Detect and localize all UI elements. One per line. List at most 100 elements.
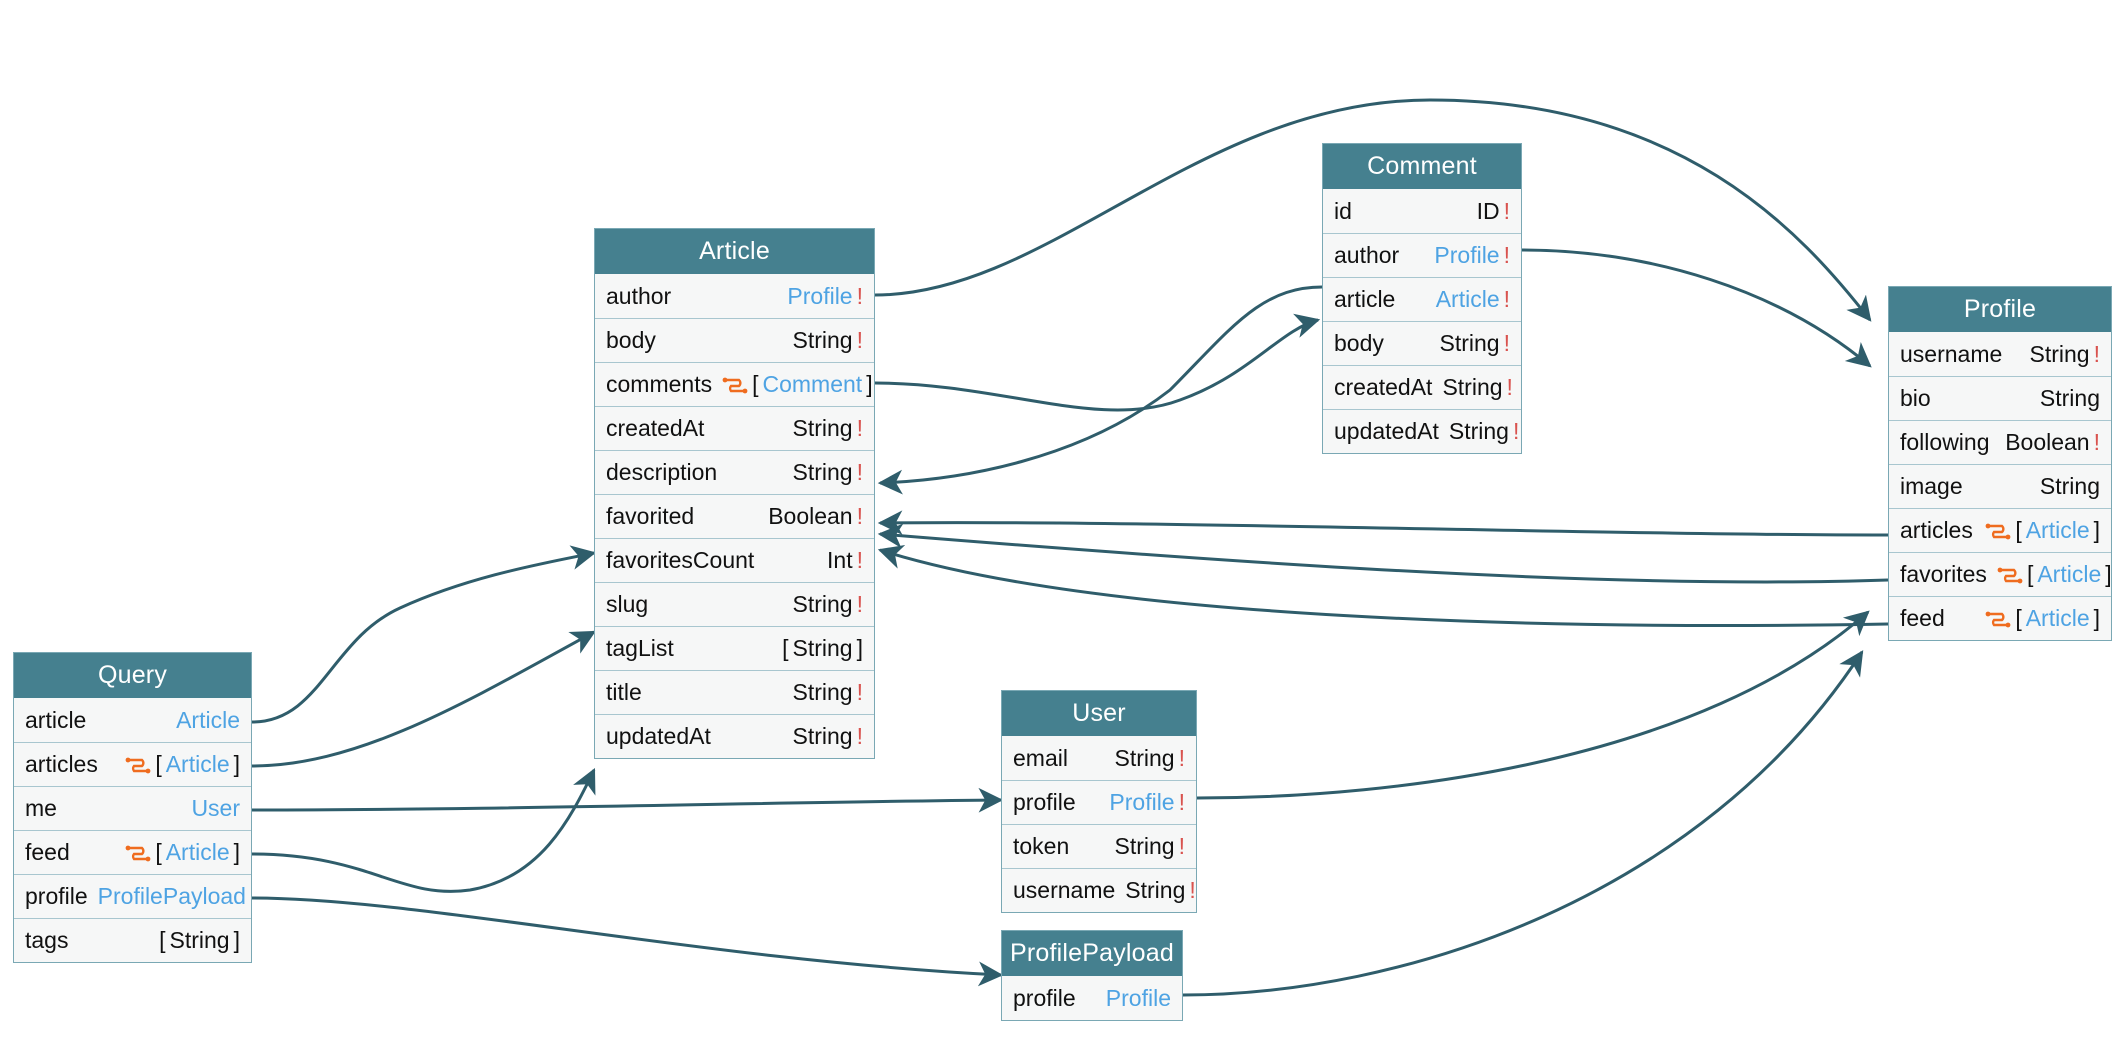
list-icon: [722, 377, 748, 393]
field-type-favorited: Boolean!: [768, 503, 863, 530]
field-row-article-description[interactable]: description String!: [595, 450, 874, 494]
field-name-token: token: [1013, 833, 1070, 859]
field-type-createdAt: String!: [1442, 374, 1512, 401]
non-null-marker: !: [1178, 744, 1185, 771]
field-row-article-author[interactable]: author Profile!: [595, 274, 874, 318]
field-row-article-favoritesCount[interactable]: favoritesCount Int!: [595, 538, 874, 582]
field-row-query-profile[interactable]: profile ProfilePayload: [14, 874, 251, 918]
non-null-marker: !: [1506, 374, 1513, 400]
field-row-user-token[interactable]: token String!: [1002, 824, 1196, 868]
field-type-favorites: [Article]: [1997, 561, 2112, 588]
field-row-profile-username[interactable]: username String!: [1889, 332, 2111, 376]
schema-node-user[interactable]: User email String! profile Profile! toke…: [1001, 690, 1197, 913]
type-name: Profile: [1109, 789, 1175, 815]
edge-User-profile-to-Profile: [1196, 610, 1870, 800]
field-name-me: me: [25, 795, 57, 821]
field-row-user-profile[interactable]: profile Profile!: [1002, 780, 1196, 824]
schema-node-query[interactable]: Query article Article articles [Article]…: [13, 652, 252, 963]
node-title-user: User: [1002, 691, 1196, 736]
field-type-tagList: [String]: [782, 635, 863, 662]
field-row-profile-bio[interactable]: bio String: [1889, 376, 2111, 420]
schema-node-profilepayload[interactable]: ProfilePayload profile Profile: [1001, 930, 1183, 1021]
field-type-author: Profile!: [1434, 242, 1510, 269]
field-row-article-body[interactable]: body String!: [595, 318, 874, 362]
field-row-article-favorited[interactable]: favorited Boolean!: [595, 494, 874, 538]
non-null-marker: !: [856, 503, 863, 529]
edge-Query-articles-to-Article: [251, 630, 596, 768]
field-row-query-feed[interactable]: feed [Article]: [14, 830, 251, 874]
schema-node-profile[interactable]: Profile username String! bio String foll…: [1888, 286, 2112, 641]
non-null-marker: !: [856, 591, 863, 617]
field-row-query-articles[interactable]: articles [Article]: [14, 742, 251, 786]
bracket-open: [: [155, 751, 162, 777]
field-row-profile-articles[interactable]: articles [Article]: [1889, 508, 2111, 552]
non-null-marker: !: [856, 723, 863, 749]
type-name: String: [2039, 385, 2100, 411]
field-type-username: String!: [2030, 341, 2100, 368]
field-row-comment-body[interactable]: body String!: [1323, 321, 1521, 365]
field-row-query-me[interactable]: me User: [14, 786, 251, 830]
type-name: Article: [2037, 561, 2102, 587]
field-row-comment-createdAt[interactable]: createdAt String!: [1323, 365, 1521, 409]
field-name-profile: profile: [1013, 789, 1076, 815]
field-type-following: Boolean!: [2005, 429, 2100, 456]
edge-Article-comments-to-Comment: [874, 313, 1321, 412]
field-row-article-title[interactable]: title String!: [595, 670, 874, 714]
field-row-article-createdAt[interactable]: createdAt String!: [595, 406, 874, 450]
field-row-profile-favorites[interactable]: favorites [Article]: [1889, 552, 2112, 596]
field-row-user-email[interactable]: email String!: [1002, 736, 1196, 780]
bracket-open: [: [159, 927, 166, 953]
field-row-comment-article[interactable]: article Article!: [1323, 277, 1521, 321]
bracket-open: [: [155, 839, 162, 865]
field-type-id: ID!: [1477, 198, 1510, 225]
non-null-marker: !: [1503, 197, 1510, 224]
field-name-description: description: [606, 459, 718, 485]
field-name-body: body: [606, 327, 656, 353]
field-type-feed: [Article]: [1985, 605, 2100, 632]
field-name-slug: slug: [606, 591, 649, 617]
field-name-profile: profile: [25, 883, 88, 909]
type-name: Boolean: [2005, 429, 2090, 455]
field-row-query-article[interactable]: article Article: [14, 698, 251, 742]
non-null-marker: !: [1512, 418, 1520, 444]
field-row-profile-image[interactable]: image String: [1889, 464, 2111, 508]
field-type-image: String: [2040, 473, 2100, 500]
field-type-description: String!: [793, 459, 863, 486]
field-name-feed: feed: [1900, 605, 1945, 631]
type-name: String: [792, 679, 853, 705]
field-row-profile-following[interactable]: following Boolean!: [1889, 420, 2111, 464]
field-row-profile-feed[interactable]: feed [Article]: [1889, 596, 2111, 640]
non-null-marker: !: [1503, 286, 1510, 312]
bracket-close: ]: [233, 839, 240, 865]
node-title-profile: Profile: [1889, 287, 2111, 332]
type-name: Article: [1435, 286, 1500, 312]
field-type-profile: Profile: [1106, 985, 1171, 1012]
type-name: String: [2029, 340, 2090, 367]
field-row-comment-author[interactable]: author Profile!: [1323, 233, 1521, 277]
node-fields: profile Profile: [1002, 976, 1182, 1020]
bracket-close: ]: [2105, 561, 2112, 587]
field-name-id: id: [1334, 197, 1352, 224]
field-row-comment-updatedAt[interactable]: updatedAt String!: [1323, 409, 1521, 453]
node-fields: id ID! author Profile! article Article! …: [1323, 189, 1521, 453]
type-name: Article: [2025, 605, 2090, 631]
field-type-slug: String!: [793, 591, 863, 618]
edge-Profile-articles-to-Article: [877, 510, 1889, 537]
bracket-open: [: [2015, 605, 2022, 631]
field-type-favoritesCount: Int!: [827, 547, 863, 574]
schema-node-article[interactable]: Article author Profile! body String! com…: [594, 228, 875, 759]
field-row-query-tags[interactable]: tags [String]: [14, 918, 251, 962]
field-row-article-tagList[interactable]: tagList [String]: [595, 626, 874, 670]
field-row-article-updatedAt[interactable]: updatedAt String!: [595, 714, 874, 758]
field-row-comment-id[interactable]: id ID!: [1323, 189, 1521, 233]
schema-node-comment[interactable]: Comment id ID! author Profile! article A…: [1322, 143, 1522, 454]
field-row-article-comments[interactable]: comments [Comment]: [595, 362, 874, 406]
field-name-email: email: [1013, 744, 1068, 771]
field-name-title: title: [606, 679, 642, 705]
field-name-author: author: [606, 282, 672, 309]
field-row-profilepayload-profile[interactable]: profile Profile: [1002, 976, 1182, 1020]
field-name-feed: feed: [25, 839, 70, 865]
field-name-tagList: tagList: [606, 635, 674, 661]
field-row-user-username[interactable]: username String!: [1002, 868, 1196, 912]
field-row-article-slug[interactable]: slug String!: [595, 582, 874, 626]
